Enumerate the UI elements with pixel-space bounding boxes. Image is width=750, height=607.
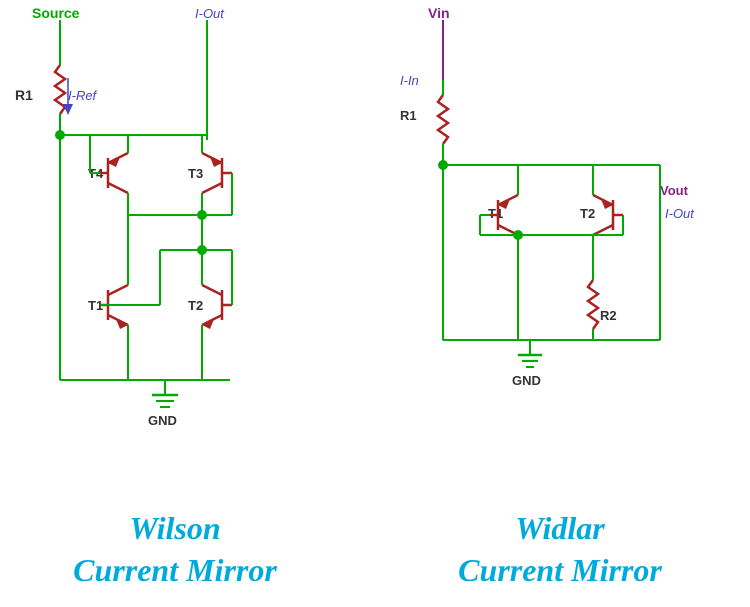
- wilson-title: Wilson: [20, 510, 330, 547]
- wilson-iref-label: I-Ref: [68, 88, 98, 103]
- widlar-r2-label: R2: [600, 308, 617, 323]
- widlar-t1-label: T1: [488, 206, 503, 221]
- widlar-vin-label: Vin: [428, 5, 450, 21]
- wilson-gnd-label: GND: [148, 413, 177, 428]
- wilson-t2-label: T2: [188, 298, 203, 313]
- wilson-source-label: Source: [32, 5, 80, 21]
- wilson-iout-label: I-Out: [195, 6, 225, 21]
- wilson-t3-label: T3: [188, 166, 203, 181]
- widlar-iin-label: I-In: [400, 73, 419, 88]
- widlar-gnd-label: GND: [512, 373, 541, 388]
- widlar-t2-label: T2: [580, 206, 595, 221]
- widlar-title: Widlar: [390, 510, 730, 547]
- widlar-vout-label: Vout: [660, 183, 689, 198]
- widlar-r1-label: R1: [400, 108, 417, 123]
- widlar-iout-label: I-Out: [665, 206, 695, 221]
- wilson-r1-label: R1: [15, 87, 33, 103]
- wilson-subtitle: Current Mirror: [20, 552, 330, 589]
- widlar-subtitle: Current Mirror: [390, 552, 730, 589]
